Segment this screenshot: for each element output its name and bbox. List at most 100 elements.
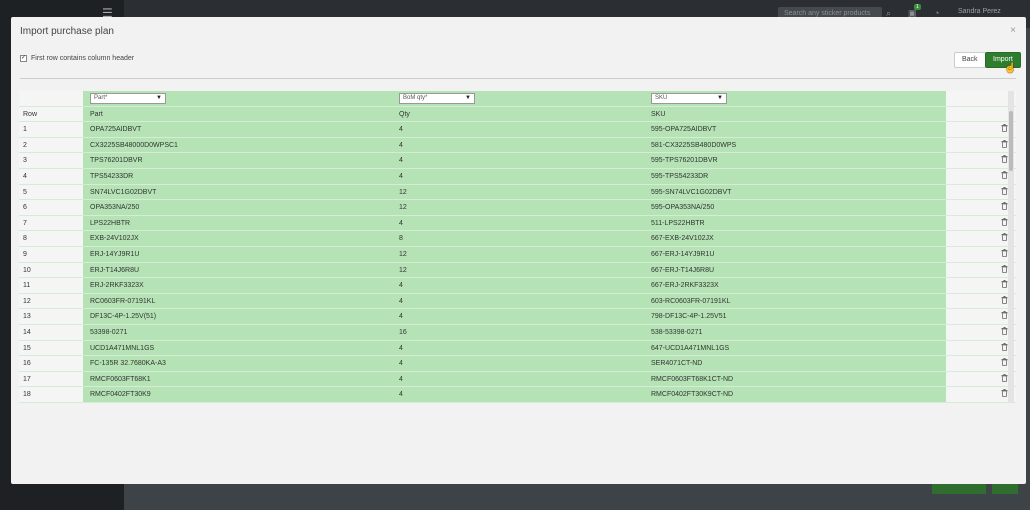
table-row: 14 53398-0271 16 538-53398-0271 [19,325,1016,341]
chevron-down-icon: ▼ [717,95,723,101]
header-row-checkbox[interactable]: ✓ First row contains column header [20,55,134,62]
table-row: 18 RMCF0402FT30K9 4 RMCF0402FT30K9CT-ND [19,387,1016,403]
sku-cell: 595-OPA725AIDBVT [651,126,717,134]
checkbox-checked-icon[interactable]: ✓ [20,55,27,62]
row-number: 10 [23,266,31,274]
table-row: 5 SN74LVC1G02DBVT 12 595-SN74LVC1G02DBVT [19,185,1016,201]
scrollbar-thumb[interactable] [1009,111,1013,171]
back-button[interactable]: Back [954,52,986,68]
sku-cell: 603-RC0603FR-07191KL [651,297,731,305]
part-cell: RMCF0402FT30K9 [90,391,151,399]
row-number: 5 [23,188,27,196]
part-cell: CX3225SB48000D0WPSC1 [90,141,178,149]
qty-cell: 8 [399,235,403,243]
sku-cell: 667-ERJ-T14J6R8U [651,266,715,274]
sku-cell: 581-CX3225SB480D0WPS [651,141,737,149]
trash-icon[interactable] [1001,169,1008,185]
trash-icon[interactable] [1001,372,1008,388]
part-cell: 53398-0271 [90,329,128,336]
trash-icon[interactable] [1001,185,1008,201]
table-row: 6 OPA353NA/250 12 595-OPA353NA/250 [19,200,1016,216]
sku-cell: 595-OPA353NA/250 [651,204,715,212]
chevron-down-icon: ▼ [156,95,162,101]
qty-cell: 4 [399,219,403,227]
sku-column-select[interactable]: SKU ▼ [651,93,727,104]
table-row: 13 DF13C-4P-1.25V(51) 4 798-DF13C-4P-1.25V5… [19,309,1016,325]
table-scrollbar[interactable] [1008,91,1014,403]
row-number: 3 [23,157,27,165]
trash-icon[interactable] [1001,356,1008,372]
import-modal: Import purchase plan × ✓ First row conta… [11,17,1026,484]
row-number: 15 [23,344,31,352]
part-cell: ERJ-T14J6R8U [90,266,140,274]
qty-cell: 12 [399,266,407,274]
qty-cell: 4 [399,282,403,290]
row-number: 18 [23,391,31,399]
table-row: 15 UCD1A471MNL1GS 4 647-UCD1A471MNL1GS [19,341,1016,357]
user-name[interactable]: Sandra Perez [958,8,1001,15]
table-row: 4 TPS54233DR 4 595-TPS54233DR [19,169,1016,185]
trash-icon[interactable] [1001,153,1008,169]
row-number: 1 [23,126,27,134]
table-row: 11 ERJ-2RKF3323X 4 667-ERJ-2RKF3323X [19,278,1016,294]
trash-icon[interactable] [1001,263,1008,279]
qty-cell: 4 [399,157,403,165]
part-cell: RC0603FR-07191KL [90,297,156,305]
sku-cell: 647-UCD1A471MNL1GS [651,344,730,352]
trash-icon[interactable] [1001,138,1008,154]
import-table: Part* ▼ BoM qty* ▼ SKU ▼ Row Part Qty SK… [19,91,1016,403]
table-row: 8 EXB-24V102JX 8 667-EXB-24V102JX [19,231,1016,247]
trash-icon[interactable] [1001,309,1008,325]
sku-cell: 511-LPS22HBTR [651,219,705,227]
qty-cell: 4 [399,297,403,305]
part-cell: DF13C-4P-1.25V(51) [90,313,157,321]
table-row: 7 LPS22HBTR 4 511-LPS22HBTR [19,216,1016,232]
trash-icon[interactable] [1001,278,1008,294]
table-row: 17 RMCF0603FT68K1 4 RMCF0603FT68K1CT-ND [19,372,1016,388]
trash-icon[interactable] [1001,122,1008,138]
trash-icon[interactable] [1001,325,1008,341]
qty-cell: 4 [399,126,403,134]
qty-cell: 12 [399,204,407,212]
qty-column-select[interactable]: BoM qty* ▼ [399,93,475,104]
trash-icon[interactable] [1001,216,1008,232]
trash-icon[interactable] [1001,247,1008,263]
close-icon[interactable]: × [1010,25,1016,36]
table-header-row: Row Part Qty SKU [19,107,1016,123]
sku-cell: 538-53398-0271 [651,329,703,336]
trash-icon[interactable] [1001,387,1008,403]
part-column-select[interactable]: Part* ▼ [90,93,166,104]
row-number: 14 [23,329,31,336]
qty-cell: 4 [399,391,403,399]
row-number: 12 [23,297,31,305]
part-cell: ERJ-2RKF3323X [90,282,144,290]
notification-badge: 1 [914,4,921,10]
modal-title: Import purchase plan [20,26,114,37]
qty-cell: 4 [399,141,403,149]
trash-icon[interactable] [1001,231,1008,247]
qty-cell: 4 [399,313,403,321]
row-number: 16 [23,360,31,368]
row-number: 9 [23,251,27,258]
row-number: 17 [23,375,31,383]
qty-cell: 4 [399,375,403,383]
row-number: 2 [23,141,27,149]
table-row: 3 TPS76201DBVR 4 595-TPS76201DBVR [19,153,1016,169]
pointer-cursor-icon: ☝ [1004,63,1017,74]
sku-cell: 595-TPS54233DR [651,173,709,180]
header-sku: SKU [651,110,666,118]
qty-cell: 12 [399,251,407,258]
qty-cell: 16 [399,329,407,336]
sku-cell: RMCF0402FT30K9CT-ND [651,391,734,399]
trash-icon[interactable] [1001,294,1008,310]
column-mapping-row: Part* ▼ BoM qty* ▼ SKU ▼ [19,91,1016,107]
trash-icon[interactable] [1001,200,1008,216]
header-part: Part [90,110,103,118]
part-cell: ERJ-14YJ9R1U [90,251,140,258]
row-number: 7 [23,219,27,227]
part-cell: RMCF0603FT68K1 [90,375,151,383]
sku-cell: SER4071CT-ND [651,360,703,368]
trash-icon[interactable] [1001,341,1008,357]
part-cell: TPS76201DBVR [90,157,143,165]
qty-cell: 4 [399,344,403,352]
